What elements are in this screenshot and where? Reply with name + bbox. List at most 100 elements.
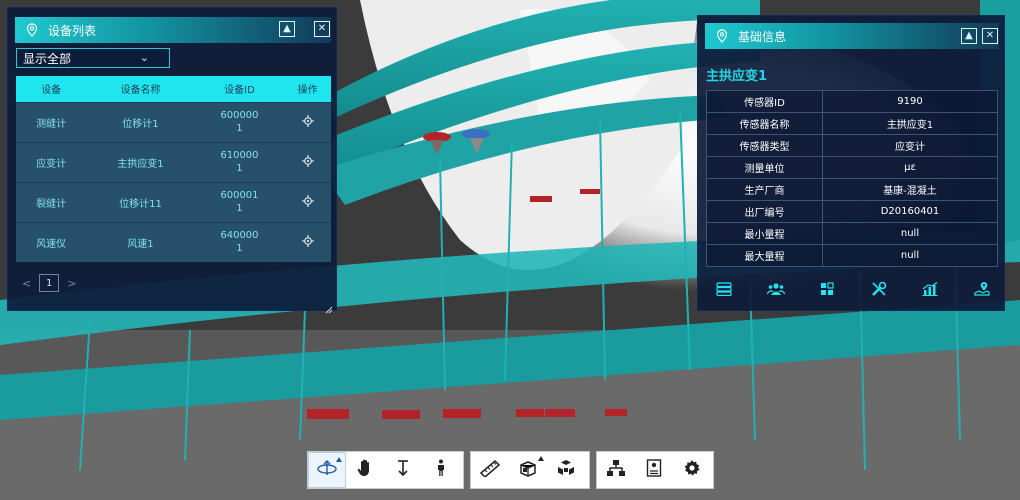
info-label: 传感器ID bbox=[706, 90, 823, 113]
location-pin-icon bbox=[24, 22, 40, 38]
analysis-tool-group bbox=[470, 451, 590, 489]
submenu-triangle-icon bbox=[538, 456, 544, 461]
chevron-down-icon: ⌄ bbox=[139, 51, 149, 64]
info-row: 生产厂商 基康-混凝土 bbox=[706, 178, 998, 201]
column-header-action: 操作 bbox=[284, 76, 331, 102]
device-id-cell: 610000 1 bbox=[194, 141, 285, 182]
info-label: 生产厂商 bbox=[706, 178, 823, 201]
info-row: 出厂编号 D20160401 bbox=[706, 200, 998, 223]
model-tree-icon bbox=[606, 459, 626, 481]
info-value: null bbox=[822, 222, 998, 245]
info-value: D20160401 bbox=[822, 200, 998, 223]
resize-handle-icon[interactable] bbox=[325, 299, 333, 314]
basic-info-header[interactable]: 基础信息 bbox=[705, 23, 999, 49]
next-page-button[interactable]: > bbox=[67, 277, 76, 290]
prev-page-button[interactable]: < bbox=[22, 277, 31, 290]
pan-hand-icon bbox=[357, 459, 373, 481]
device-table: 设备 设备名称 设备ID 操作 测缝计 位移计1 600000 1 应变计 主拱应… bbox=[16, 76, 331, 262]
walk-person-icon bbox=[435, 459, 447, 481]
info-label: 最大量程 bbox=[706, 244, 823, 267]
action-cell bbox=[284, 101, 331, 142]
triangle-up-icon: ▲ bbox=[283, 23, 291, 34]
device-name-cell: 位移计1 bbox=[86, 101, 195, 142]
column-header-device[interactable]: 设备 bbox=[16, 76, 87, 102]
crosshair-icon[interactable] bbox=[301, 194, 315, 208]
device-id-line2: 1 bbox=[236, 163, 243, 174]
basic-info-panel: 基础信息 ▲ ✕ 主拱应变1 传感器ID 9190 传感器名称 主拱应变1 传感器类… bbox=[697, 15, 1005, 311]
section-box-button[interactable] bbox=[509, 452, 547, 488]
explode-button[interactable] bbox=[547, 452, 585, 488]
info-value: 应变计 bbox=[822, 134, 998, 157]
column-header-device-name[interactable]: 设备名称 bbox=[86, 76, 195, 102]
close-icon: ✕ bbox=[985, 30, 995, 41]
device-table-header-row: 设备 设备名称 设备ID 操作 bbox=[16, 76, 331, 102]
location-pin-icon bbox=[714, 28, 730, 44]
orbit-icon bbox=[316, 459, 338, 481]
table-row[interactable]: 应变计 主拱应变1 610000 1 bbox=[16, 141, 331, 182]
column-header-device-id[interactable]: 设备ID bbox=[194, 76, 285, 102]
collapse-button[interactable]: ▲ bbox=[279, 21, 295, 37]
pan-button[interactable] bbox=[346, 452, 384, 488]
navigation-tool-group bbox=[307, 451, 464, 489]
device-id-cell: 640000 1 bbox=[194, 221, 285, 262]
crosshair-icon[interactable] bbox=[301, 154, 315, 168]
device-name-cell: 风速1 bbox=[86, 221, 195, 262]
info-label: 最小量程 bbox=[706, 222, 823, 245]
crosshair-icon[interactable] bbox=[301, 234, 315, 248]
action-cell bbox=[284, 221, 331, 262]
collapse-button[interactable]: ▲ bbox=[961, 28, 977, 44]
device-type-cell: 应变计 bbox=[16, 141, 87, 182]
close-icon: ✕ bbox=[317, 23, 327, 34]
properties-icon bbox=[646, 459, 662, 481]
model-tree-button[interactable] bbox=[597, 452, 635, 488]
info-row: 最小量程 null bbox=[706, 222, 998, 245]
table-row[interactable]: 测缝计 位移计1 600000 1 bbox=[16, 101, 331, 142]
device-id-line1: 640000 bbox=[220, 230, 259, 242]
info-label: 测量单位 bbox=[706, 156, 823, 179]
info-label: 传感器类型 bbox=[706, 134, 823, 157]
device-id-line1: 600000 bbox=[220, 110, 259, 121]
server-icon[interactable] bbox=[714, 279, 734, 299]
triangle-up-icon: ▲ bbox=[965, 30, 973, 41]
device-id-line1: 610000 bbox=[220, 150, 259, 161]
page-number-button[interactable]: 1 bbox=[39, 274, 60, 292]
map-location-icon[interactable] bbox=[972, 279, 992, 299]
info-row: 测量单位 με bbox=[706, 156, 998, 179]
table-row[interactable]: 风速仪 风速1 640000 1 bbox=[16, 221, 331, 262]
sensor-info-table: 传感器ID 9190 传感器名称 主拱应变1 传感器类型 应变计 测量单位 με 生产厂… bbox=[706, 90, 998, 267]
chart-icon[interactable] bbox=[920, 279, 940, 299]
filter-selected-value: 显示全部 bbox=[23, 51, 72, 66]
sensor-heading: 主拱应变1 bbox=[706, 69, 768, 84]
info-label: 出厂编号 bbox=[706, 200, 823, 223]
device-id-cell: 600001 1 bbox=[194, 181, 285, 222]
tools-icon[interactable] bbox=[869, 279, 889, 299]
info-toolbar bbox=[708, 279, 998, 299]
device-id-line2: 1 bbox=[236, 203, 243, 214]
info-value: 9190 bbox=[822, 90, 998, 113]
device-type-cell: 裂缝计 bbox=[16, 181, 87, 222]
device-filter-select[interactable]: 显示全部 ⌄ bbox=[16, 48, 170, 68]
device-id-cell: 600000 1 bbox=[194, 101, 285, 142]
device-name-cell: 主拱应变1 bbox=[86, 141, 195, 182]
close-button[interactable]: ✕ bbox=[982, 28, 998, 44]
device-id-line1: 600001 bbox=[220, 190, 259, 201]
info-row: 传感器名称 主拱应变1 bbox=[706, 112, 998, 135]
device-name-cell: 位移计11 bbox=[86, 181, 195, 222]
measure-button[interactable] bbox=[471, 452, 509, 488]
info-value: με bbox=[822, 156, 998, 179]
action-cell bbox=[284, 181, 331, 222]
model-tool-group bbox=[596, 451, 714, 489]
table-row[interactable]: 裂缝计 位移计11 600001 1 bbox=[16, 181, 331, 222]
properties-button[interactable] bbox=[635, 452, 673, 488]
crosshair-icon[interactable] bbox=[301, 114, 315, 128]
walk-button[interactable] bbox=[422, 452, 460, 488]
modules-icon[interactable] bbox=[817, 279, 837, 299]
settings-button[interactable] bbox=[673, 452, 711, 488]
close-button[interactable]: ✕ bbox=[314, 21, 330, 37]
device-list-title: 设备列表 bbox=[48, 23, 97, 38]
info-value: null bbox=[822, 244, 998, 267]
orbit-button[interactable] bbox=[308, 452, 346, 488]
vertical-move-button[interactable] bbox=[384, 452, 422, 488]
users-icon[interactable] bbox=[766, 279, 786, 299]
device-id-line2: 1 bbox=[236, 123, 243, 134]
